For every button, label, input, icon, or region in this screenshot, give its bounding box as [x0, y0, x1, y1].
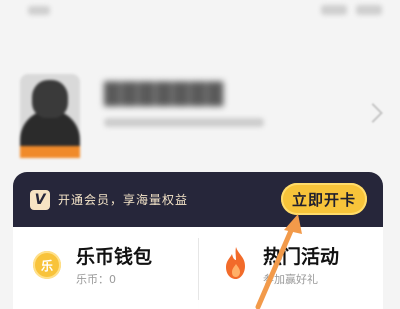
- coin-icon: 乐: [33, 251, 61, 279]
- username-blurred: ███████: [104, 82, 225, 106]
- coin-wallet-entry[interactable]: 乐 乐币钱包 乐币：0: [13, 227, 198, 309]
- avatar-badge-strip: [20, 146, 80, 158]
- blurred-action-icon[interactable]: [321, 5, 347, 15]
- chevron-right-icon[interactable]: [363, 103, 383, 123]
- hot-activity-entry[interactable]: 热门活动 参加赢好礼: [199, 227, 383, 309]
- flame-icon: [226, 247, 245, 279]
- avatar[interactable]: [20, 74, 80, 158]
- user-subline-blurred: [104, 118, 264, 127]
- vip-card: V 开通会员，享海量权益 立即开卡 乐 乐币钱包 乐币：0 热门活动 参加赢好礼: [13, 172, 383, 309]
- top-right-actions: [321, 5, 382, 15]
- activity-title: 热门活动: [263, 246, 340, 268]
- avatar-head-shape: [32, 80, 68, 118]
- profile-header[interactable]: ███████: [0, 60, 400, 160]
- blurred-settings-icon[interactable]: [356, 5, 382, 15]
- wallet-balance: 乐币：0: [76, 273, 116, 286]
- vip-banner[interactable]: V 开通会员，享海量权益 立即开卡: [13, 172, 383, 227]
- wallet-title: 乐币钱包: [76, 246, 153, 268]
- activity-subtitle: 参加赢好礼: [263, 273, 318, 286]
- vip-promo-text: 开通会员，享海量权益: [58, 193, 189, 207]
- top-bar: [0, 0, 400, 22]
- open-card-button[interactable]: 立即开卡: [281, 183, 367, 215]
- blurred-back-icon[interactable]: [28, 6, 50, 15]
- vip-logo-icon: V: [30, 190, 50, 210]
